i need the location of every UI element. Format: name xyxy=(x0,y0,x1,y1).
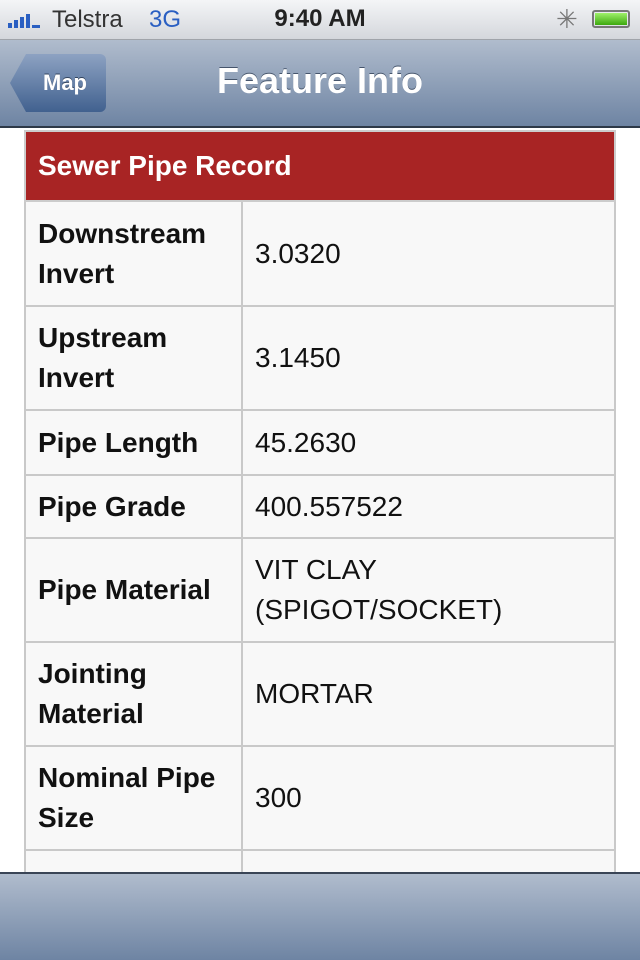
page-title: Feature Info xyxy=(216,60,423,101)
status-bar: Telstra 3G 9:40 AM ✳ xyxy=(0,0,640,40)
clock: 9:40 AM xyxy=(274,5,366,32)
table-row: Upstream Invert 3.1450 xyxy=(24,305,616,411)
row-value: VIT CLAY (SPIGOT/SOCKET) xyxy=(241,537,616,643)
row-label: Nominal Pipe Size xyxy=(24,745,243,851)
record-title: Sewer Pipe Record xyxy=(24,130,616,202)
row-value: 3.0320 xyxy=(241,200,616,307)
navigation-bar: Map Feature Info xyxy=(0,40,640,128)
row-value: 3.1450 xyxy=(241,305,616,411)
row-label: Pipe Length xyxy=(24,409,243,476)
row-value xyxy=(241,849,616,872)
row-value: MORTAR xyxy=(241,641,616,747)
row-label: Pipe Material xyxy=(24,537,243,643)
table-row: Pipe Grade 400.557522 xyxy=(24,474,616,539)
table-row: Pipe Material VIT CLAY (SPIGOT/SOCKET) xyxy=(24,537,616,643)
row-label: Downstream Invert xyxy=(24,200,243,307)
table-row: Downstream Invert 3.0320 xyxy=(24,200,616,307)
table-row: Nominal Pipe Size 300 xyxy=(24,745,616,851)
row-label: Jointing Material xyxy=(24,641,243,747)
row-label: Actual Pi xyxy=(24,849,243,872)
row-label: Upstream Invert xyxy=(24,305,243,411)
table-row: Pipe Length 45.2630 xyxy=(24,409,616,476)
table-row: Jointing Material MORTAR xyxy=(24,641,616,747)
record-table: Sewer Pipe Record Downstream Invert 3.032… xyxy=(24,130,616,872)
row-label: Pipe Grade xyxy=(24,474,243,539)
battery-icon xyxy=(592,10,630,28)
row-value: 45.2630 xyxy=(241,409,616,476)
row-value: 400.557522 xyxy=(241,474,616,539)
feature-info-content[interactable]: Sewer Pipe Record Downstream Invert 3.032… xyxy=(0,130,640,872)
table-row: Actual Pi xyxy=(24,849,616,872)
bluetooth-icon: ✳ xyxy=(556,4,578,34)
bottom-toolbar xyxy=(0,872,640,960)
row-value: 300 xyxy=(241,745,616,851)
